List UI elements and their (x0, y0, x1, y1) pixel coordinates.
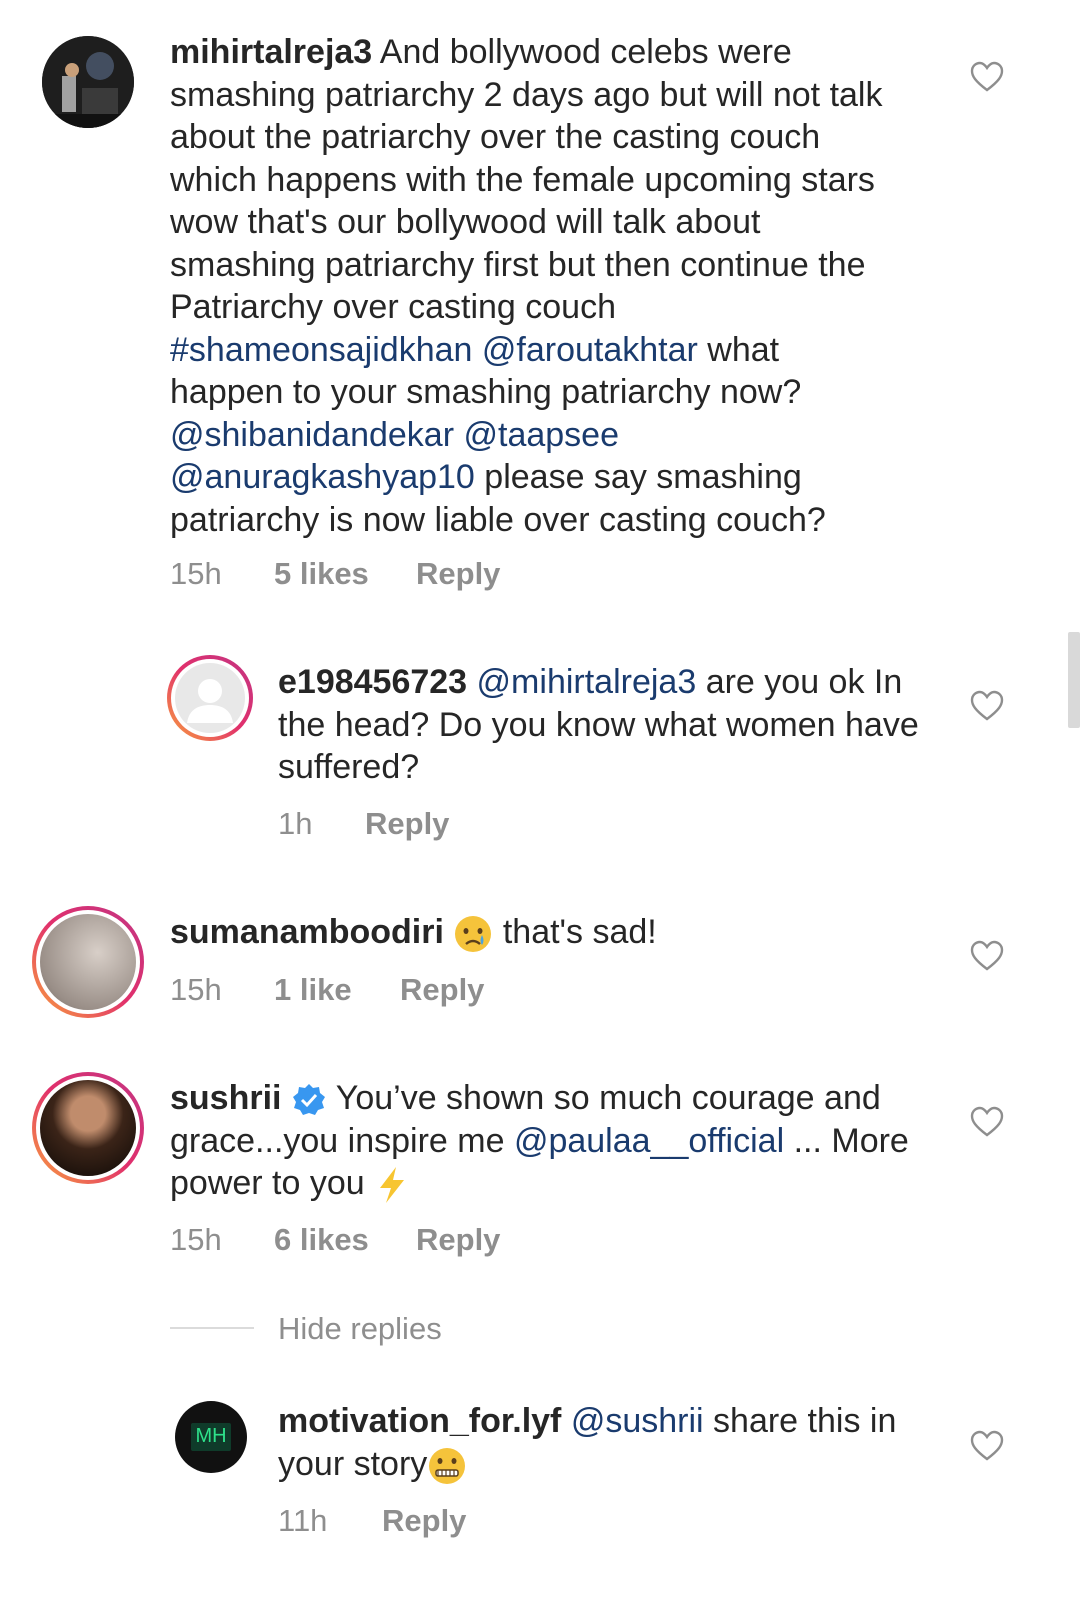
comment-meta: 1h Reply (278, 806, 449, 842)
scrollbar[interactable] (1068, 632, 1080, 728)
comment-meta: 15h 1 like Reply (170, 972, 484, 1008)
hide-replies-divider (170, 1327, 254, 1329)
username[interactable]: mihirtalreja3 (170, 33, 372, 71)
comment-meta: 15h 6 likes Reply (170, 1222, 500, 1258)
timestamp: 15h (170, 1222, 222, 1257)
comment-body: sumanamboodiri that's sad! (170, 911, 890, 954)
hashtag-mention-link[interactable]: #shameonsajidkhan @faroutakhtar (170, 331, 698, 369)
likes-count[interactable]: 1 like (274, 972, 400, 1008)
likes-count[interactable]: 5 likes (274, 556, 416, 592)
timestamp: 15h (170, 972, 222, 1007)
heart-icon[interactable] (970, 940, 1004, 972)
comment-text: that's sad! (493, 913, 657, 951)
comment-body: e198456723 @mihirtalreja3 are you ok In … (278, 661, 938, 789)
timestamp: 1h (278, 806, 313, 841)
avatar[interactable]: MH (175, 1401, 247, 1473)
username[interactable]: motivation_for.lyf (278, 1402, 561, 1440)
avatar[interactable] (167, 655, 253, 741)
avatar[interactable] (32, 906, 144, 1018)
zipper-mouth-emoji (429, 1447, 466, 1484)
heart-icon[interactable] (970, 690, 1004, 722)
comment-meta: 15h 5 likes Reply (170, 556, 500, 592)
comment-meta: 11h Reply (278, 1503, 466, 1539)
default-avatar-icon (187, 679, 233, 723)
username[interactable]: sumanamboodiri (170, 913, 444, 951)
comment-text: And bollywood celebs were smashing patri… (170, 33, 883, 326)
heart-icon[interactable] (970, 1106, 1004, 1138)
reply-button[interactable]: Reply (365, 806, 449, 842)
comment-body: mihirtalreja3 And bollywood celebs were … (170, 31, 890, 541)
hide-replies-button[interactable]: Hide replies (278, 1311, 442, 1347)
avatar-photo (42, 36, 134, 128)
heart-icon[interactable] (970, 1430, 1004, 1462)
reply-button[interactable]: Reply (400, 972, 484, 1008)
verified-badge-icon (292, 1084, 325, 1116)
mention-link[interactable]: @paulaa__official (514, 1122, 784, 1160)
heart-icon[interactable] (970, 61, 1004, 93)
username[interactable]: sushrii (170, 1079, 281, 1117)
mention-link[interactable]: @sushrii (571, 1402, 704, 1440)
crying-face-emoji (455, 916, 492, 953)
timestamp: 11h (278, 1503, 328, 1538)
avatar[interactable] (32, 1072, 144, 1184)
reply-button[interactable]: Reply (416, 1222, 500, 1258)
reply-button[interactable]: Reply (382, 1503, 466, 1539)
comment-body: sushrii You’ve shown so much courage and… (170, 1077, 930, 1205)
avatar-initials: MH (195, 1425, 227, 1447)
username[interactable]: e198456723 (278, 663, 467, 701)
likes-count[interactable]: 6 likes (274, 1222, 416, 1258)
reply-button[interactable]: Reply (416, 556, 500, 592)
avatar[interactable] (42, 36, 134, 128)
comment-body: motivation_for.lyf @sushrii share this i… (278, 1400, 938, 1486)
lightning-emoji (380, 1167, 405, 1204)
mention-link[interactable]: @mihirtalreja3 (477, 663, 697, 701)
timestamp: 15h (170, 556, 222, 591)
